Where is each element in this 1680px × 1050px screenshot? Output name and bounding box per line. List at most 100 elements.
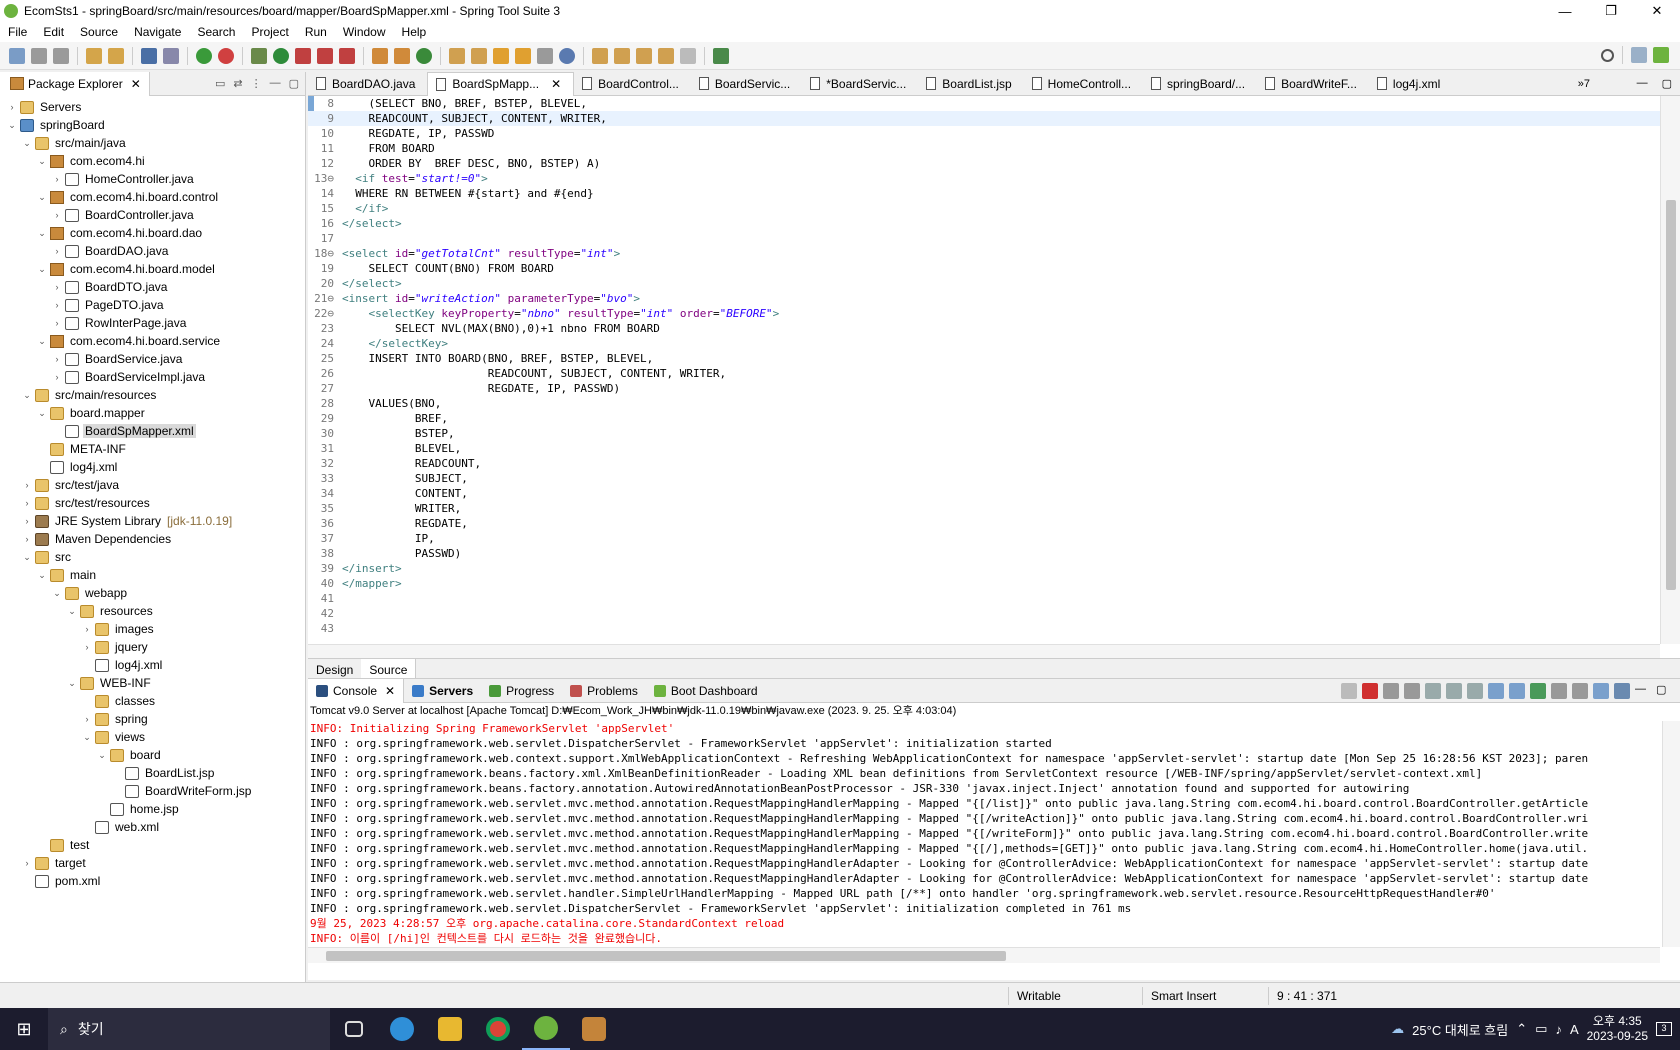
tree-item[interactable]: ⌄ com.ecom4.hi (0, 152, 305, 170)
code-line[interactable]: 34 CONTENT, (308, 486, 1660, 501)
task-view-button[interactable] (330, 1008, 378, 1050)
chevron-right-icon[interactable]: › (21, 858, 33, 868)
stop-server-icon[interactable] (218, 47, 234, 64)
chevron-down-icon[interactable]: ⌄ (36, 156, 48, 167)
tree-item[interactable]: › BoardDAO.java (0, 242, 305, 260)
new-java-project-icon[interactable] (372, 47, 388, 64)
chevron-right-icon[interactable]: › (21, 516, 33, 526)
tree-item[interactable]: › jquery (0, 638, 305, 656)
editor-tab[interactable]: BoardControl... (574, 72, 691, 96)
tree-item[interactable]: ⌄ springBoard (0, 116, 305, 134)
open-perspective-icon[interactable] (1631, 47, 1647, 63)
code-line[interactable]: 40 </mapper> (308, 576, 1660, 591)
tree-item[interactable]: ⌄ com.ecom4.hi.board.control (0, 188, 305, 206)
tree-item[interactable]: ⌄ WEB-INF (0, 674, 305, 692)
chevron-right-icon[interactable]: › (51, 300, 63, 310)
link-editor-icon[interactable]: ⇄ (233, 77, 242, 90)
chevron-down-icon[interactable]: ⌄ (21, 138, 33, 149)
tree-item[interactable]: ⌄ com.ecom4.hi.board.dao (0, 224, 305, 242)
ime-indicator[interactable]: A (1570, 1022, 1579, 1037)
display-console-icon[interactable] (1551, 682, 1567, 699)
copy-icon[interactable] (1593, 682, 1609, 699)
annotation-icon[interactable] (537, 47, 553, 64)
code-line[interactable]: 32 READCOUNT, (308, 456, 1660, 471)
taskbar-search[interactable]: ⌕ 찾기 (48, 1008, 330, 1050)
tree-item[interactable]: BoardWriteForm.jsp (0, 782, 305, 800)
tree-item[interactable]: › Maven Dependencies (0, 530, 305, 548)
tree-item[interactable]: ⌄ src (0, 548, 305, 566)
tab-overflow-indicator[interactable]: »7 (1578, 78, 1590, 90)
code-line[interactable]: 38 PASSWD) (308, 546, 1660, 561)
code-line[interactable]: 12 ORDER BY BREF DESC, BNO, BSTEP) A) (308, 96, 1660, 171)
tree-item[interactable]: ⌄ board (0, 746, 305, 764)
chevron-down-icon[interactable]: ⌄ (21, 552, 33, 563)
tree-item[interactable]: › BoardServiceImpl.java (0, 368, 305, 386)
remove-launch-icon[interactable] (1383, 682, 1399, 699)
code-line[interactable]: 15 </if> (308, 201, 1660, 216)
code-line[interactable]: 8 (SELECT BNO, BREF, BSTEP, BLEVEL, (308, 96, 1660, 111)
chevron-down-icon[interactable]: ⌄ (81, 732, 93, 743)
code-line[interactable]: 16 </select> (308, 216, 1660, 231)
chevron-down-icon[interactable]: ⌄ (36, 570, 48, 581)
code-line[interactable]: 39 </insert> (308, 561, 1660, 576)
chevron-down-icon[interactable]: ⌄ (66, 678, 78, 689)
menu-run[interactable]: Run (297, 25, 335, 39)
tree-item[interactable]: web.xml (0, 818, 305, 836)
menu-project[interactable]: Project (243, 25, 296, 39)
code-line[interactable]: 36 REGDATE, (308, 516, 1660, 531)
spring-perspective-icon[interactable] (1653, 47, 1669, 63)
chevron-down-icon[interactable]: ⌄ (36, 192, 48, 203)
menu-edit[interactable]: Edit (35, 25, 72, 39)
tree-item[interactable]: ⌄ com.ecom4.hi.board.service (0, 332, 305, 350)
editor-horizontal-scrollbar[interactable] (308, 644, 1660, 658)
chevron-right-icon[interactable]: › (51, 372, 63, 382)
editor-tab[interactable]: springBoard/... (1143, 72, 1257, 96)
chevron-right-icon[interactable]: › (51, 174, 63, 184)
open-resource-icon[interactable] (108, 47, 124, 64)
chrome-app[interactable] (474, 1008, 522, 1050)
editor-tab[interactable]: HomeControll... (1024, 72, 1143, 96)
tree-item[interactable]: log4j.xml (0, 656, 305, 674)
new-package-icon[interactable] (394, 47, 410, 64)
debug-icon[interactable] (251, 47, 267, 64)
menu-window[interactable]: Window (335, 25, 394, 39)
run-icon[interactable] (273, 47, 289, 64)
search-icon[interactable] (1601, 48, 1614, 62)
open-file-icon[interactable] (471, 47, 487, 64)
code-line[interactable]: 11 FROM BOARD (308, 96, 1660, 156)
filter-icon[interactable]: ⋮ (251, 77, 262, 90)
code-editor[interactable]: 8 (SELECT BNO, BREF, BSTEP, BLEVEL, 9 REA… (308, 96, 1660, 644)
tree-item[interactable]: ⌄ main (0, 566, 305, 584)
tree-item[interactable]: › JRE System Library [jdk-11.0.19] (0, 512, 305, 530)
code-line[interactable]: 24 </selectKey> (308, 336, 1660, 351)
chevron-right-icon[interactable]: › (81, 624, 93, 634)
editor-tab[interactable]: BoardSpMapp... ✕ (427, 71, 575, 96)
menu-search[interactable]: Search (189, 25, 243, 39)
editor-tab[interactable]: BoardList.jsp (918, 72, 1023, 96)
chevron-right-icon[interactable]: › (51, 210, 63, 220)
tree-item[interactable]: classes (0, 692, 305, 710)
forward-icon[interactable] (680, 47, 696, 64)
tab-progress[interactable]: Progress (481, 679, 562, 703)
chevron-right-icon[interactable]: › (6, 102, 18, 112)
coverage-icon[interactable] (317, 47, 333, 64)
code-line[interactable]: 29 BREF, (308, 411, 1660, 426)
tree-item[interactable]: › RowInterPage.java (0, 314, 305, 332)
tree-item[interactable]: test (0, 836, 305, 854)
tab-servers[interactable]: Servers (404, 679, 481, 703)
prev-annotation-icon[interactable] (614, 47, 630, 64)
tree-item[interactable]: META-INF (0, 440, 305, 458)
minimize-editor-icon[interactable]: — (1637, 77, 1648, 90)
code-line[interactable]: 19 SELECT COUNT(BNO) FROM BOARD (308, 261, 1660, 276)
code-line[interactable]: 33 SUBJECT, (308, 471, 1660, 486)
tree-item[interactable]: › target (0, 854, 305, 872)
menu-help[interactable]: Help (394, 25, 435, 39)
new-class-icon[interactable] (416, 47, 432, 64)
tab-problems[interactable]: Problems (562, 679, 646, 703)
scroll-thumb[interactable] (326, 951, 1006, 961)
code-line[interactable]: 22⊖ <selectKey keyProperty="nbno" result… (308, 306, 1660, 321)
chevron-down-icon[interactable]: ⌄ (51, 588, 63, 599)
code-line[interactable]: 21⊖ <insert id="writeAction" parameterTyp… (308, 291, 1660, 306)
menu-source[interactable]: Source (72, 25, 126, 39)
tab-console[interactable]: Console ✕ (308, 678, 405, 703)
